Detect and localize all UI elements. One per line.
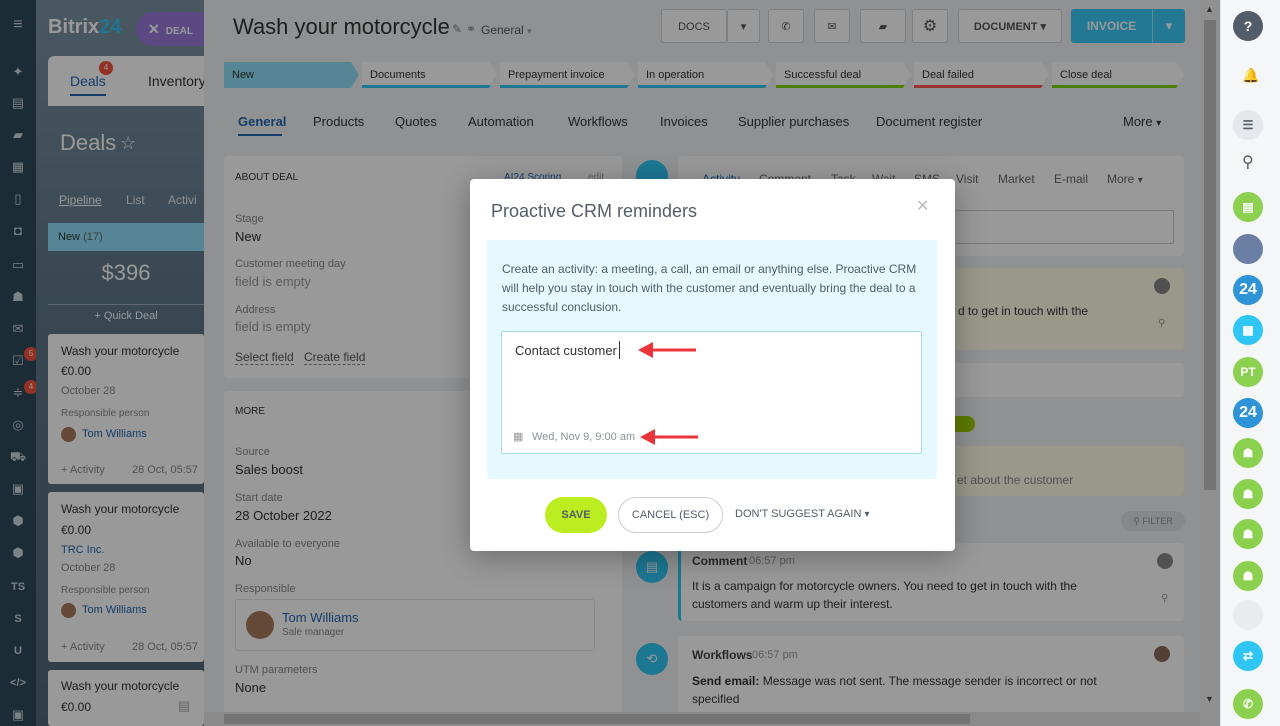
group-icon[interactable]: ☗ [1233,561,1263,591]
activity-text: Contact customer [515,343,617,358]
chevron-down-icon: ▾ [864,509,870,520]
dont-suggest-label: DON'T SUGGEST AGAIN [735,508,862,520]
b24-icon[interactable]: 24 [1233,398,1263,428]
transfer-icon[interactable]: ⇄ [1233,641,1263,671]
right-bar: ? 🔔 ☰ ⚲ ▤ 24 ▦ PT 24 ☗ ☗ ☗ ☗ ⇄ ✆ [1220,0,1280,726]
dialog-description: Create an activity: a meeting, a call, a… [502,262,917,314]
calendar-icon[interactable]: ▦ [1233,315,1263,345]
openline-icon[interactable]: ▤ [1233,192,1263,222]
dont-suggest-button[interactable]: DON'T SUGGEST AGAIN ▾ [735,508,869,520]
phone-icon[interactable]: ✆ [1233,689,1263,719]
save-button[interactable]: SAVE [545,497,607,533]
calendar-icon[interactable]: ▦ [513,430,523,443]
avatar[interactable] [1233,234,1263,264]
group-icon[interactable]: ☗ [1233,438,1263,468]
text-cursor [619,341,620,359]
activity-input[interactable]: Contact customer ▦ Wed, Nov 9, 9:00 am [501,331,922,454]
chat-list-icon[interactable]: ☰ [1233,110,1263,140]
group-icon[interactable]: ☗ [1233,479,1263,509]
proactive-reminders-dialog: Proactive CRM reminders ✕ Create an acti… [470,179,955,551]
b24-icon[interactable]: 24 [1233,275,1263,305]
close-icon[interactable]: ✕ [916,196,929,216]
dialog-title: Proactive CRM reminders [491,201,698,221]
help-icon[interactable]: ? [1233,11,1263,41]
deadline-date[interactable]: Wed, Nov 9, 9:00 am [532,431,635,443]
reminder-panel: Create an activity: a meeting, a call, a… [487,240,937,479]
search-icon[interactable]: ⚲ [1242,152,1254,172]
avatar[interactable] [1233,600,1263,630]
bell-icon[interactable]: 🔔 [1242,67,1259,84]
avatar-initials[interactable]: PT [1233,357,1263,387]
group-icon[interactable]: ☗ [1233,519,1263,549]
cancel-button[interactable]: CANCEL (ESC) [618,497,723,533]
